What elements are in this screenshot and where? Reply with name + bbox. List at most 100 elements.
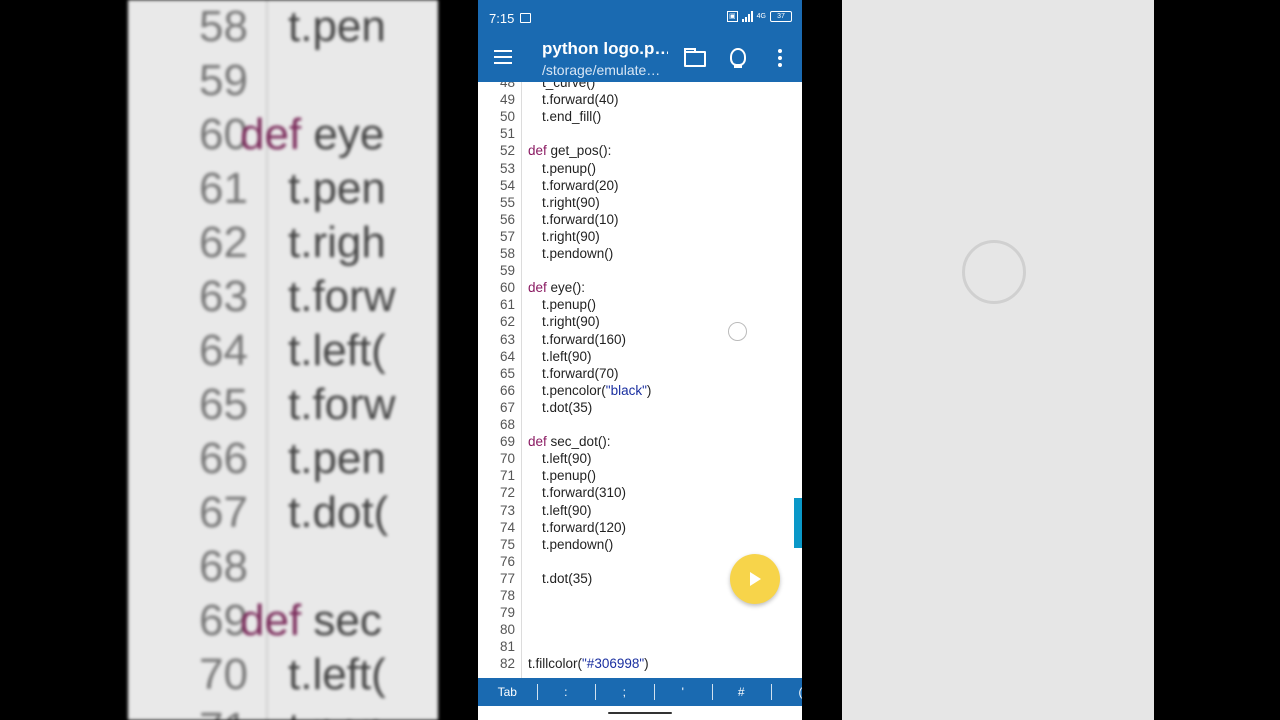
code-line[interactable]: 80 (478, 621, 802, 638)
extra-keys-bar: Tab:;'#( (478, 678, 802, 706)
code-line[interactable]: 79 (478, 604, 802, 621)
background-code-token: t.pen (288, 434, 386, 483)
code-text: t.left(90) (542, 450, 592, 467)
background-code-text: t.pen (288, 702, 386, 720)
extra-key[interactable]: ( (771, 678, 803, 706)
code-line[interactable]: 56 t.forward(10) (478, 211, 802, 228)
code-line[interactable]: 66 t.pencolor("black") (478, 382, 802, 399)
code-line[interactable]: 52 def get_pos(): (478, 142, 802, 159)
code-text: t.forward(310) (542, 484, 626, 501)
status-icons: ▣ 4G 37 (727, 11, 792, 22)
line-number: 79 (499, 605, 515, 621)
code-line[interactable]: 62 t.right(90) (478, 313, 802, 330)
line-number: 68 (499, 417, 515, 432)
code-line[interactable]: 82 t.fillcolor("#306998") (478, 655, 802, 672)
background-code-line: 65 t.forw (128, 378, 438, 432)
code-line[interactable]: 69 def sec_dot(): (478, 433, 802, 450)
signal-icon (741, 11, 753, 22)
code-token: t.fillcolor( (528, 656, 583, 672)
line-number: 71 (499, 468, 515, 484)
file-path: /storage/emulate… (542, 62, 661, 78)
code-line[interactable]: 74 t.forward(120) (478, 519, 802, 536)
code-token: t.penup() (542, 160, 597, 176)
code-line[interactable]: 51 (478, 125, 802, 142)
background-code-token: t.dot( (288, 488, 389, 537)
line-number: 50 (499, 109, 515, 125)
extra-key[interactable]: ' (654, 678, 713, 706)
background-left: 58 t.pen 59 60 def eye 61 t.pen 62 t.righ 63 t.for… (0, 0, 478, 720)
code-text: def get_pos(): (528, 142, 611, 159)
code-line[interactable]: 75 t.pendown() (478, 536, 802, 553)
extra-key[interactable]: # (712, 678, 771, 706)
code-line[interactable]: 54 t.forward(20) (478, 177, 802, 194)
code-text: t.dot(35) (542, 570, 592, 587)
background-right (802, 0, 1280, 720)
folder-icon[interactable] (684, 48, 706, 67)
code-line[interactable]: 71 t.penup() (478, 467, 802, 484)
background-line-number: 63 (199, 272, 248, 321)
line-number: 80 (499, 622, 515, 638)
extra-key[interactable]: Tab (478, 678, 537, 706)
key-separator (653, 684, 655, 700)
key-separator (536, 684, 538, 700)
line-number: 74 (499, 519, 515, 535)
volte-icon: ▣ (727, 11, 738, 22)
code-token: t.right(90) (542, 194, 600, 210)
code-line[interactable]: 60 def eye(): (478, 279, 802, 296)
code-line[interactable]: 81 (478, 638, 802, 655)
menu-icon[interactable] (494, 50, 512, 64)
background-panel-right (842, 0, 1154, 720)
code-line[interactable]: 64 t.left(90) (478, 348, 802, 365)
code-text: t.right(90) (542, 228, 600, 245)
code-token: t.left(90) (542, 348, 592, 364)
background-code-line: 60 def eye (128, 108, 438, 162)
code-token: t.dot(35) (542, 570, 593, 586)
code-line[interactable]: 59 (478, 262, 802, 279)
extra-key[interactable]: : (537, 678, 596, 706)
more-vert-icon[interactable] (778, 49, 782, 70)
code-line[interactable]: 65 t.forward(70) (478, 365, 802, 382)
code-line[interactable]: 68 (478, 416, 802, 433)
code-line[interactable]: 53 t.penup() (478, 160, 802, 177)
background-code-panel: 58 t.pen 59 60 def eye 61 t.pen 62 t.righ 63 t.for… (128, 0, 438, 720)
code-text: t.dot(35) (542, 399, 592, 416)
code-line[interactable]: 67 t.dot(35) (478, 399, 802, 416)
background-keyword: def (240, 596, 302, 645)
code-text: t.forward(120) (542, 519, 626, 536)
code-line[interactable]: 50 t.end_fill() (478, 108, 802, 125)
extra-key[interactable]: ; (595, 678, 654, 706)
code-line[interactable]: 61 t.penup() (478, 296, 802, 313)
code-line[interactable]: 55 t.right(90) (478, 194, 802, 211)
background-code-text: t.pen (288, 0, 386, 54)
code-line[interactable]: 58 t.pendown() (478, 245, 802, 262)
code-token: t.right(90) (542, 314, 600, 330)
code-token: t.right(90) (542, 228, 600, 244)
code-token: t.forward(160) (542, 331, 627, 347)
status-bar: 7:15 ▣ 4G 37 (478, 0, 802, 34)
lightbulb-icon[interactable] (730, 48, 746, 68)
code-text: t.penup() (542, 160, 596, 177)
line-number: 64 (499, 348, 515, 364)
code-line[interactable]: 70 t.left(90) (478, 450, 802, 467)
home-gesture-pill[interactable] (608, 712, 672, 714)
code-line[interactable]: 72 t.forward(310) (478, 484, 802, 501)
code-line[interactable]: 73 t.left(90) (478, 502, 802, 519)
run-button[interactable] (730, 554, 780, 604)
code-line[interactable]: 49 t.forward(40) (478, 91, 802, 108)
background-line-number: 68 (199, 542, 248, 591)
code-text: t.forward(40) (542, 91, 619, 108)
navigation-bar (478, 706, 802, 720)
code-line[interactable]: 57 t.right(90) (478, 228, 802, 245)
code-text: t.left(90) (542, 348, 592, 365)
code-line[interactable]: 63 t.forward(160) (478, 331, 802, 348)
background-code-line: 68 (128, 540, 438, 594)
code-token: t.forward(70) (542, 365, 619, 381)
battery-level: 37 (777, 13, 785, 20)
code-line[interactable]: 48 t_curve() (478, 82, 802, 91)
background-code-token: t.pen (288, 2, 386, 51)
code-token: t.penup() (542, 297, 597, 313)
line-number: 75 (499, 536, 515, 552)
code-text: t.fillcolor("#306998") (528, 655, 649, 672)
line-number: 53 (499, 160, 515, 176)
code-token: t.pendown() (542, 536, 614, 552)
